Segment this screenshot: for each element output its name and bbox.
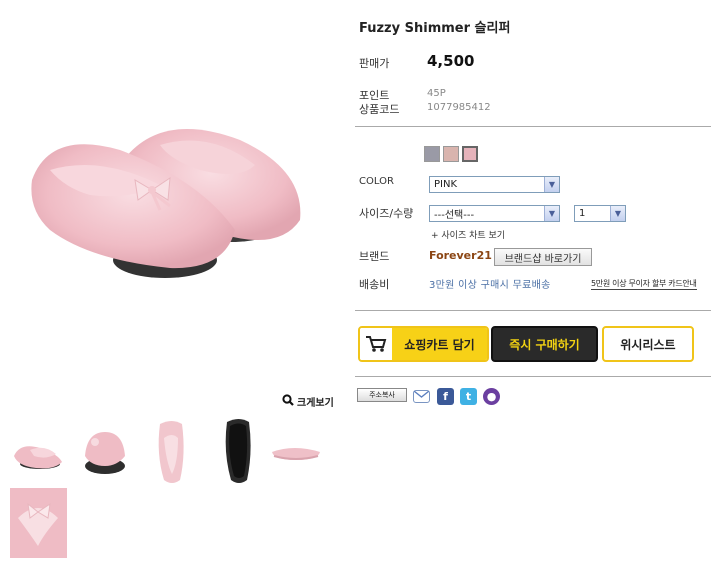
brand-label: 브랜드: [359, 250, 390, 263]
add-to-cart-button[interactable]: 쇼핑카트 담기: [358, 326, 489, 362]
size-select-value: ---선택---: [434, 210, 475, 221]
zoom-label: 크게보기: [297, 398, 334, 409]
mail-icon[interactable]: [413, 390, 430, 403]
share-icons: f t ●: [413, 388, 500, 405]
quantity-select[interactable]: 1 ▼: [574, 205, 626, 222]
shipping-text: 3만원 이상 구매시 무료배송: [429, 280, 551, 291]
chat-icon[interactable]: ●: [483, 388, 500, 405]
magnifier-icon: [282, 394, 294, 409]
cart-icon: [360, 328, 392, 360]
price-value: 4,500: [427, 52, 475, 70]
thumbnail-1[interactable]: [10, 422, 66, 490]
divider-top: [355, 126, 711, 127]
chevron-down-icon: ▼: [544, 206, 559, 221]
brand-shop-button[interactable]: 브랜드샵 바로가기: [494, 248, 592, 266]
add-to-cart-label: 쇼핑카트 담기: [392, 328, 487, 360]
product-code-value: 1077985412: [427, 102, 491, 113]
swatch-gray[interactable]: [424, 146, 440, 162]
thumbnail-2[interactable]: [77, 422, 133, 490]
point-value: 45P: [427, 88, 446, 99]
zoom-button[interactable]: 크게보기: [282, 394, 334, 409]
facebook-icon[interactable]: f: [437, 388, 454, 405]
wishlist-button[interactable]: 위시리스트: [602, 326, 694, 362]
brand-name[interactable]: Forever21: [429, 249, 492, 262]
price-label: 판매가: [359, 57, 390, 70]
thumbnail-4[interactable]: [211, 418, 267, 486]
divider-bottom: [355, 376, 711, 377]
color-select[interactable]: PINK ▼: [429, 176, 560, 193]
installment-link[interactable]: 5만원 이상 무이자 할부 카드안내: [591, 278, 697, 290]
thumbnail-6[interactable]: [10, 488, 67, 558]
color-select-value: PINK: [434, 179, 458, 190]
size-qty-label: 사이즈/수량: [359, 207, 414, 220]
chevron-down-icon: ▼: [544, 177, 559, 192]
swatch-pink[interactable]: [462, 146, 478, 162]
size-select[interactable]: ---선택--- ▼: [429, 205, 560, 222]
twitter-icon[interactable]: t: [460, 388, 477, 405]
buy-now-button[interactable]: 즉시 구매하기: [491, 326, 598, 362]
swatch-beige-pink[interactable]: [443, 146, 459, 162]
copy-address-button[interactable]: 주소복사: [357, 388, 407, 402]
thumbnail-3[interactable]: [144, 418, 200, 486]
size-chart-link[interactable]: + 사이즈 차트 보기: [431, 228, 505, 241]
thumbnail-5[interactable]: [268, 422, 324, 490]
main-product-image: [10, 100, 330, 290]
product-title: Fuzzy Shimmer 슬리퍼: [359, 21, 511, 36]
color-label: COLOR: [359, 176, 394, 187]
product-code-label: 상품코드: [359, 103, 400, 116]
color-swatches: [424, 146, 478, 162]
shipping-label: 배송비: [359, 278, 390, 291]
divider-middle: [355, 310, 711, 311]
quantity-value: 1: [579, 208, 586, 219]
chevron-down-icon: ▼: [610, 206, 625, 221]
